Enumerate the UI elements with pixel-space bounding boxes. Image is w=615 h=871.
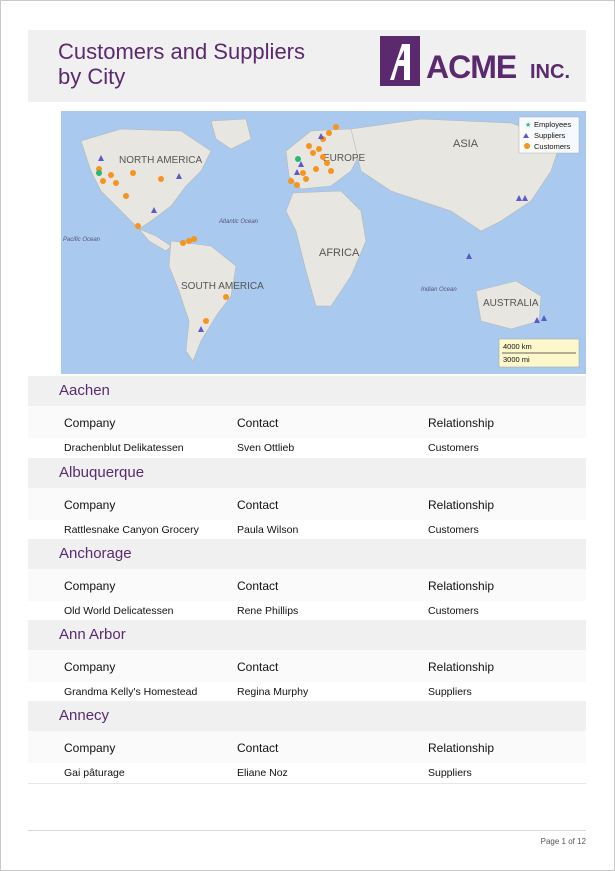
- city-group: Aachen Company Contact Relationship Drac…: [28, 376, 586, 459]
- circle-icon: [524, 143, 530, 149]
- report-header: Customers and Suppliers by City ACME INC…: [28, 30, 586, 102]
- label-north-america: NORTH AMERICA: [119, 155, 202, 166]
- table-row: Grandma Kelly's Homestead Regina Murphy …: [28, 682, 586, 703]
- legend-customers: Customers: [534, 142, 571, 151]
- col-contact: Contact: [237, 416, 279, 430]
- legend-suppliers: Suppliers: [534, 131, 566, 140]
- label-australia: AUSTRALIA: [483, 298, 539, 309]
- label-south-america: SOUTH AMERICA: [181, 281, 264, 292]
- map-legend: ★ Employees Suppliers Customers: [518, 116, 580, 154]
- contact-cell: Rene Phillips: [237, 605, 299, 617]
- map-scale: 4000 km 3000 mi: [498, 338, 580, 368]
- col-company: Company: [64, 416, 116, 430]
- relationship-cell: Suppliers: [428, 767, 472, 779]
- relationship-cell: Customers: [428, 605, 479, 617]
- table-row: Rattlesnake Canyon Grocery Paula Wilson …: [28, 520, 586, 541]
- city-header: Anchorage: [28, 539, 586, 569]
- col-contact: Contact: [237, 660, 279, 674]
- logo-suffix: INC.: [530, 61, 570, 83]
- col-company: Company: [64, 741, 116, 755]
- acme-logo: ACME INC.: [380, 36, 570, 86]
- city-header: Aachen: [28, 376, 586, 406]
- company-cell: Grandma Kelly's Homestead: [64, 686, 198, 698]
- map-canvas: NORTH AMERICA EUROPE ASIA AFRICA SOUTH A…: [61, 111, 586, 374]
- contact-cell: Sven Ottlieb: [237, 442, 295, 454]
- city-group: Anchorage Company Contact Relationship O…: [28, 539, 586, 622]
- column-header-row: Company Contact Relationship: [28, 731, 586, 763]
- city-header: Annecy: [28, 701, 586, 731]
- col-company: Company: [64, 579, 116, 593]
- contact-cell: Regina Murphy: [237, 686, 309, 698]
- company-cell: Gai pâturage: [64, 767, 125, 779]
- column-header-row: Company Contact Relationship: [28, 569, 586, 601]
- column-header-row: Company Contact Relationship: [28, 488, 586, 520]
- relationship-cell: Customers: [428, 524, 479, 536]
- label-pacific: Pacific Ocean: [63, 237, 101, 243]
- col-relationship: Relationship: [428, 416, 495, 430]
- label-indian: Indian Ocean: [421, 287, 457, 293]
- column-header-row: Company Contact Relationship: [28, 406, 586, 438]
- city-name: Albuquerque: [59, 464, 145, 481]
- scale-mi: 3000 mi: [503, 355, 530, 364]
- report-title: Customers and Suppliers by City: [58, 39, 306, 89]
- city-header: Albuquerque: [28, 458, 586, 488]
- city-name: Annecy: [59, 707, 110, 724]
- report-page: Customers and Suppliers by City ACME INC…: [0, 0, 615, 871]
- col-company: Company: [64, 660, 116, 674]
- col-company: Company: [64, 498, 116, 512]
- logo-text: ACME: [426, 49, 517, 85]
- col-relationship: Relationship: [428, 741, 495, 755]
- label-africa: AFRICA: [319, 247, 360, 259]
- city-name: Ann Arbor: [59, 626, 126, 643]
- company-cell: Old World Delicatessen: [64, 605, 174, 617]
- relationship-cell: Customers: [428, 442, 479, 454]
- table-row: Gai pâturage Eliane Noz Suppliers: [28, 763, 586, 784]
- label-atlantic: Atlantic Ocean: [218, 219, 259, 225]
- label-asia: ASIA: [453, 138, 479, 150]
- col-relationship: Relationship: [428, 660, 495, 674]
- column-header-row: Company Contact Relationship: [28, 650, 586, 682]
- contact-cell: Eliane Noz: [237, 767, 288, 779]
- footer-divider: [28, 830, 586, 831]
- star-icon: ★: [525, 121, 531, 129]
- col-contact: Contact: [237, 579, 279, 593]
- col-relationship: Relationship: [428, 579, 495, 593]
- city-group: Ann Arbor Company Contact Relationship G…: [28, 620, 586, 703]
- city-group: Annecy Company Contact Relationship Gai …: [28, 701, 586, 784]
- page-number: Page 1 of 12: [540, 837, 586, 846]
- relationship-cell: Suppliers: [428, 686, 472, 698]
- world-map[interactable]: NORTH AMERICA EUROPE ASIA AFRICA SOUTH A…: [61, 111, 586, 374]
- city-group: Albuquerque Company Contact Relationship…: [28, 458, 586, 541]
- col-contact: Contact: [237, 741, 279, 755]
- table-row: Old World Delicatessen Rene Phillips Cus…: [28, 601, 586, 622]
- table-row: Drachenblut Delikatessen Sven Ottlieb Cu…: [28, 438, 586, 459]
- city-name: Aachen: [59, 382, 110, 399]
- contact-cell: Paula Wilson: [237, 524, 299, 536]
- city-header: Ann Arbor: [28, 620, 586, 650]
- city-name: Anchorage: [59, 545, 132, 562]
- col-relationship: Relationship: [428, 498, 495, 512]
- legend-employees: Employees: [534, 120, 571, 129]
- scale-km: 4000 km: [503, 342, 532, 351]
- col-contact: Contact: [237, 498, 279, 512]
- company-cell: Drachenblut Delikatessen: [64, 442, 184, 454]
- company-cell: Rattlesnake Canyon Grocery: [64, 524, 199, 536]
